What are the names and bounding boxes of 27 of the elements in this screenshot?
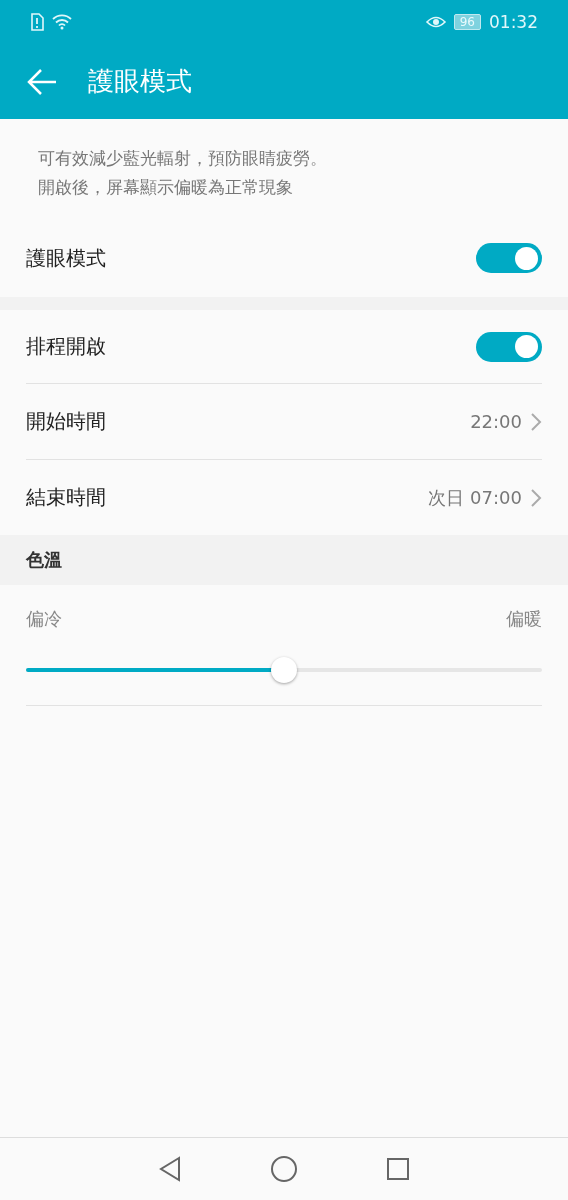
setting-value: 22:00 — [470, 411, 522, 432]
setting-label: 結束時間 — [26, 484, 107, 511]
section-title: 色溫 — [26, 548, 62, 572]
chevron-icon — [530, 487, 542, 508]
back-button[interactable] — [26, 67, 58, 96]
color-temperature-slider[interactable] — [26, 657, 542, 683]
toggle-switch[interactable] — [476, 331, 542, 362]
description-text: 開啟後，屏幕顯示偏暖為正常現象 — [38, 176, 294, 199]
slider-max-label: 偏暖 — [506, 607, 542, 631]
sim-alert-icon — [30, 13, 44, 31]
toggle-switch[interactable] — [476, 243, 542, 273]
battery-level: 96 — [453, 14, 481, 30]
slider-thumb[interactable] — [271, 657, 297, 683]
setting-label: 開始時間 — [26, 408, 107, 435]
back-nav-button[interactable] — [158, 1156, 182, 1182]
setting-label: 排程開啟 — [26, 333, 107, 360]
home-nav-button[interactable] — [270, 1155, 298, 1183]
setting-value: 次日 07:00 — [428, 485, 522, 510]
slider-min-label: 偏冷 — [26, 607, 62, 631]
clock: 01:32 — [489, 12, 538, 32]
description-text: 可有效減少藍光輻射，預防眼睛疲勞。 — [38, 147, 328, 170]
eye-icon — [425, 15, 446, 29]
page-title: 護眼模式 — [88, 65, 192, 98]
setting-label: 護眼模式 — [26, 244, 107, 272]
recents-nav-button[interactable] — [386, 1157, 410, 1181]
chevron-icon — [530, 411, 542, 432]
wifi-icon — [52, 14, 72, 30]
